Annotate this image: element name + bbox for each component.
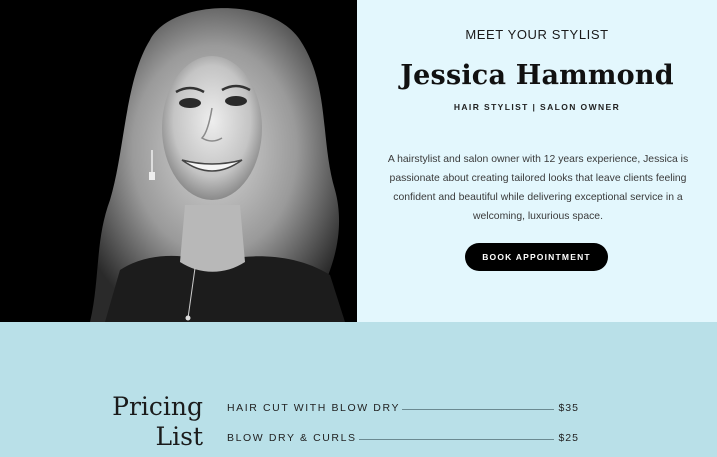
stylist-portrait-image	[0, 0, 357, 322]
price-row: BLOW DRY & CURLS $25	[227, 428, 579, 444]
pricing-title-line2: List	[155, 422, 203, 451]
service-name: BLOW DRY & CURLS	[227, 432, 357, 444]
stylist-bio: A hairstylist and salon owner with 12 ye…	[387, 154, 689, 222]
stylist-hero: MEET YOUR STYLIST Jessica Hammond HAIR S…	[0, 0, 717, 322]
pricing-title-line1: Pricing	[112, 392, 203, 421]
price-leader-line	[358, 439, 555, 440]
stylist-info-panel: MEET YOUR STYLIST Jessica Hammond HAIR S…	[357, 0, 717, 322]
book-appointment-button[interactable]: BOOK APPOINTMENT	[465, 243, 608, 271]
service-name: HAIR CUT WITH BLOW DRY	[227, 402, 401, 414]
pricing-title: Pricing List	[112, 392, 203, 452]
price-row: HAIR CUT WITH BLOW DRY $35	[227, 398, 579, 414]
stylist-name: Jessica Hammond	[400, 60, 674, 91]
pricing-section: Pricing List HAIR CUT WITH BLOW DRY $35 …	[0, 322, 717, 457]
stylist-role: HAIR STYLIST | SALON OWNER	[453, 102, 621, 112]
service-price: $35	[558, 402, 579, 414]
stylist-photo	[0, 0, 357, 322]
price-leader-line	[402, 409, 555, 410]
service-price: $25	[558, 432, 579, 444]
section-eyebrow: MEET YOUR STYLIST	[465, 27, 609, 42]
